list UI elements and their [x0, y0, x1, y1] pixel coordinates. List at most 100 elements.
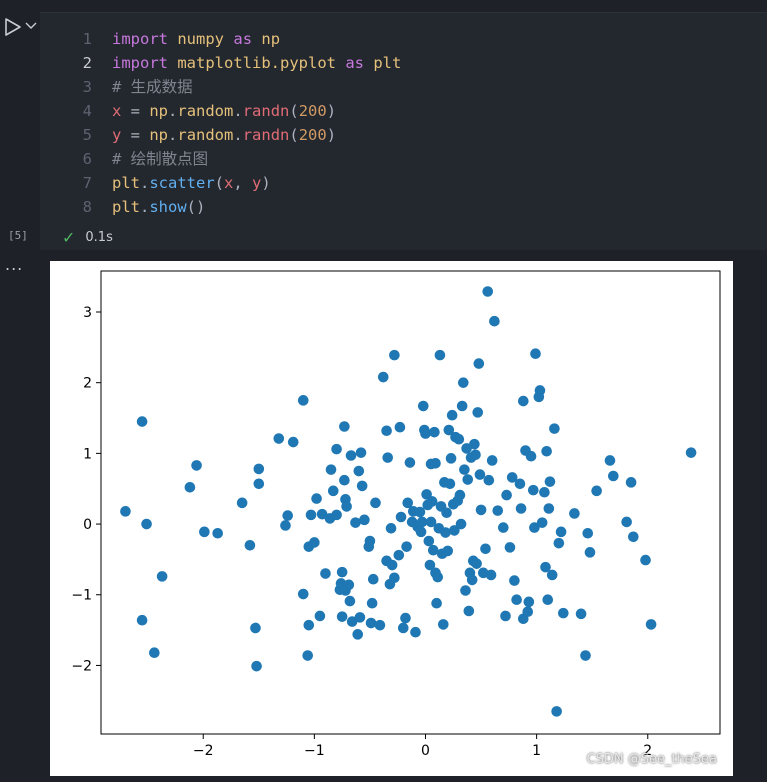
y-tick-label: −1	[71, 588, 92, 604]
scatter-point	[359, 514, 370, 526]
scatter-point	[441, 507, 452, 519]
scatter-point	[523, 596, 535, 608]
scatter-point	[500, 610, 511, 622]
code-token: np	[149, 102, 169, 120]
scatter-point	[454, 489, 466, 501]
scatter-point	[370, 497, 381, 509]
code-token: 200	[298, 126, 327, 144]
code-token: (	[289, 102, 299, 120]
scatter-point	[365, 617, 377, 629]
code-editor[interactable]: 1 import numpy as np 2 import matplotlib.py…	[40, 27, 402, 219]
scatter-point	[393, 549, 405, 561]
code-text: import matplotlib.pyplot as plt	[112, 51, 401, 75]
scatter-point	[344, 595, 356, 607]
scatter-point	[339, 474, 350, 486]
code-line[interactable]: 3 # 生成数据	[40, 75, 401, 99]
scatter-point	[354, 612, 366, 623]
execution-time: 0.1s	[85, 230, 113, 245]
code-line[interactable]: 7 plt.scatter(x, y)	[40, 171, 401, 195]
scatter-point	[287, 436, 299, 448]
scatter-point	[466, 574, 478, 586]
scatter-point	[423, 535, 435, 547]
code-line[interactable]: 4x = np.random.randn(200)	[40, 99, 401, 123]
scatter-point	[366, 597, 378, 609]
chevron-down-icon[interactable]	[24, 18, 38, 32]
code-text: # 生成数据	[112, 75, 193, 99]
scatter-point	[141, 518, 152, 530]
code-line[interactable]: 1 import numpy as np	[40, 27, 401, 51]
scatter-point	[367, 573, 379, 585]
play-icon[interactable]	[2, 16, 24, 38]
scatter-point	[455, 518, 467, 530]
code-token: 200	[298, 102, 327, 120]
cell-gutter: [5] ...	[0, 0, 40, 782]
scatter-point	[355, 447, 367, 458]
scatter-point	[584, 547, 596, 558]
scatter-point	[273, 433, 285, 444]
scatter-point	[459, 464, 470, 475]
scatter-point	[553, 537, 565, 549]
scatter-point	[437, 619, 449, 630]
ellipsis-icon[interactable]: ...	[5, 257, 23, 273]
code-token: np	[261, 30, 281, 48]
execution-status: ✓ 0.1s	[62, 228, 113, 247]
code-token: )	[261, 174, 271, 192]
code-token: .	[233, 126, 243, 144]
scatter-point	[149, 647, 160, 659]
code-token: import	[112, 30, 168, 48]
scatter-point	[582, 527, 594, 539]
scatter-point	[445, 453, 457, 464]
code-token: .	[168, 102, 178, 120]
scatter-point	[244, 539, 256, 551]
scatter-point	[543, 503, 555, 514]
scatter-point	[397, 622, 409, 634]
line-number: 5	[82, 126, 92, 144]
scatter-point	[410, 626, 421, 638]
scatter-point	[460, 585, 471, 596]
scatter-point	[389, 572, 400, 584]
code-line[interactable]: 5y = np.random.randn(200)	[40, 123, 401, 147]
y-tick-label: 0	[83, 517, 92, 533]
scatter-point	[345, 450, 357, 461]
scatter-point	[608, 470, 619, 482]
scatter-point	[515, 503, 527, 514]
scatter-point	[685, 447, 697, 458]
code-line[interactable]: 2 import matplotlib.pyplot as plt	[40, 51, 402, 75]
code-line[interactable]: 8 plt.show()	[40, 195, 401, 219]
scatter-point	[472, 407, 484, 418]
scatter-point	[212, 527, 223, 539]
scatter-point	[429, 426, 440, 438]
scatter-point	[331, 509, 342, 521]
scatter-point	[420, 428, 431, 439]
scatter-point	[591, 485, 602, 497]
scatter-point	[485, 569, 497, 581]
code-token: show	[149, 198, 187, 216]
scatter-point	[325, 464, 337, 475]
scatter-point	[136, 416, 148, 427]
scatter-point	[236, 497, 248, 509]
scatter-point	[534, 385, 546, 396]
scatter-point	[191, 460, 202, 471]
scatter-point	[364, 535, 376, 547]
scatter-point	[432, 571, 444, 583]
code-token: ,	[233, 174, 253, 192]
scatter-point	[442, 545, 454, 557]
code-cell[interactable]: 1 import numpy as np 2 import matplotlib.py…	[40, 12, 767, 250]
code-token: random	[177, 126, 234, 144]
scatter-point	[625, 477, 637, 488]
scatter-point	[473, 358, 485, 369]
scatter-point	[549, 423, 560, 434]
scatter-point	[522, 606, 534, 618]
scatter-point	[546, 569, 558, 581]
scatter-point	[320, 568, 331, 579]
scatter-point	[341, 501, 352, 512]
code-line[interactable]: 6 # 绘制散点图	[40, 147, 401, 171]
code-token: .	[168, 126, 178, 144]
code-token: plt	[112, 174, 140, 192]
code-token: =	[121, 102, 150, 120]
code-token: plt	[112, 198, 140, 216]
scatter-point	[525, 450, 537, 462]
